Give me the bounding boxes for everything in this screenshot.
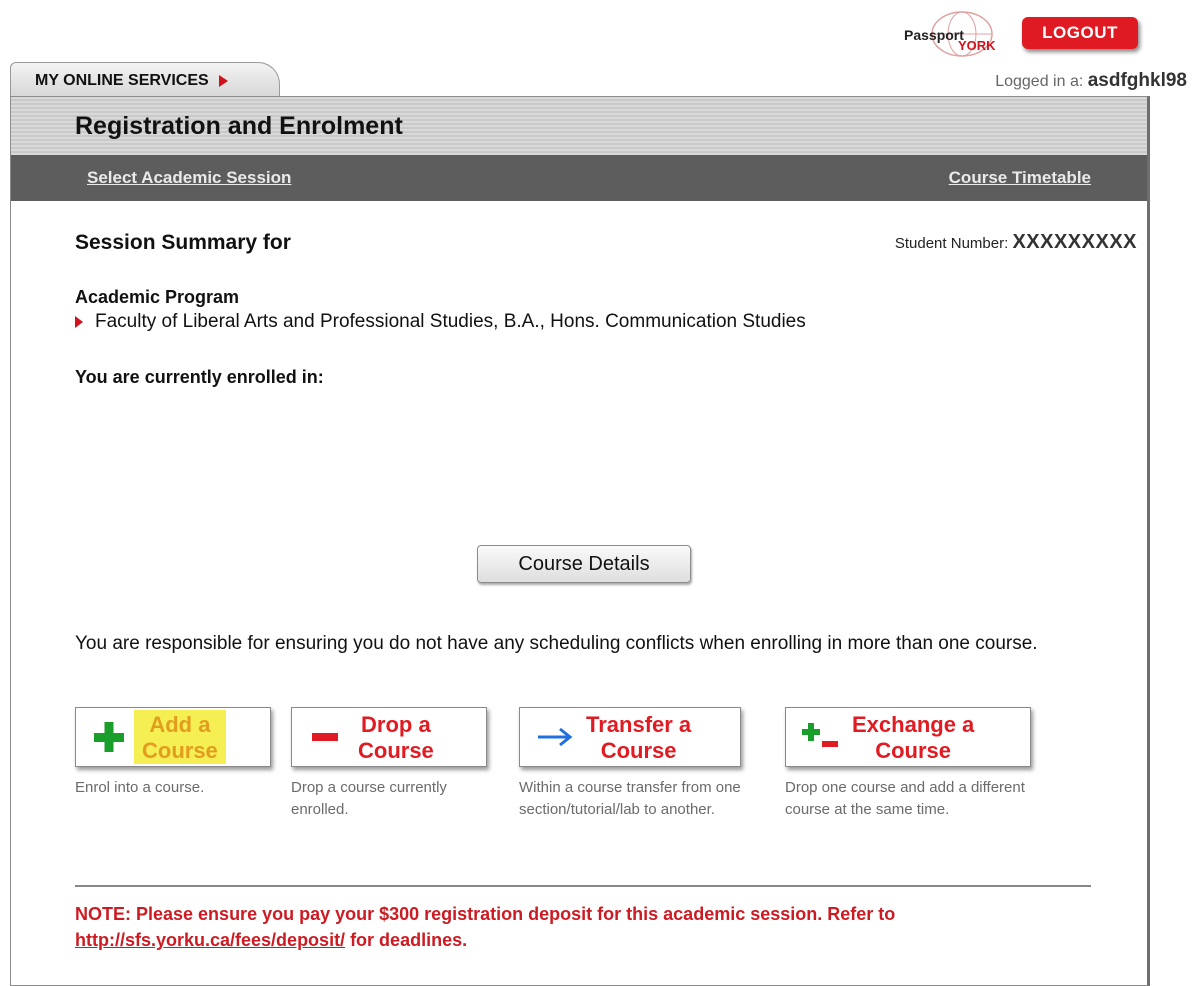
add-course-label-line1: Add a <box>149 712 211 737</box>
student-number: Student Number: XXXXXXXXX <box>895 231 1137 254</box>
drop-course-button[interactable]: Drop a Course <box>291 707 487 767</box>
exchange-course-action: Exchange a Course Drop one course and ad… <box>785 707 1047 821</box>
transfer-course-label: Transfer a Course <box>578 710 699 764</box>
add-course-action: Add a Course Enrol into a course. <box>75 707 275 799</box>
exchange-course-label: Exchange a Course <box>844 710 982 764</box>
minus-icon <box>312 733 338 741</box>
passport-york-logo: Passport YORK <box>904 11 996 57</box>
drop-course-description: Drop a course currently enrolled. <box>291 779 447 818</box>
arrow-right-icon <box>538 727 573 747</box>
academic-program-label: Academic Program <box>75 287 240 307</box>
bullet-arrow-icon <box>75 316 83 328</box>
tab-label: MY ONLINE SERVICES <box>35 71 209 89</box>
panel-nav-bar: Select Academic Session Course Timetable <box>11 155 1147 201</box>
exchange-course-description: Drop one course and add a different cour… <box>785 779 1025 818</box>
plus-minus-icon <box>802 723 838 747</box>
course-timetable-link[interactable]: Course Timetable <box>949 168 1091 188</box>
registration-panel: Registration and Enrolment Select Academ… <box>10 96 1150 986</box>
drop-course-label-line1: Drop a <box>361 712 431 737</box>
student-number-label: Student Number: <box>894 235 1009 252</box>
logged-in-prefix: Logged in a: <box>995 73 1084 90</box>
logout-button[interactable]: LOGOUT <box>1022 17 1138 49</box>
drop-course-label-line2: Course <box>358 738 434 763</box>
select-academic-session-link[interactable]: Select Academic Session <box>87 168 291 188</box>
student-number-value: XXXXXXXXX <box>1012 231 1137 253</box>
plus-icon <box>94 722 124 752</box>
note-text-after: for deadlines. <box>345 930 468 950</box>
logo-text-passport: Passport <box>904 27 964 43</box>
academic-program-item: Faculty of Liberal Arts and Professional… <box>75 311 806 333</box>
my-online-services-tab[interactable]: MY ONLINE SERVICES <box>10 62 280 98</box>
session-summary-title: Session Summary for <box>75 231 291 254</box>
drop-course-action: Drop a Course Drop a course currently en… <box>291 707 487 821</box>
deposit-link[interactable]: http://sfs.yorku.ca/fees/deposit/ <box>75 930 345 950</box>
exchange-course-button[interactable]: Exchange a Course <box>785 707 1031 767</box>
panel-title: Registration and Enrolment <box>11 97 1147 155</box>
username: asdfghkl98 <box>1087 70 1187 91</box>
academic-program-text: Faculty of Liberal Arts and Professional… <box>95 311 806 332</box>
add-course-label: Add a Course <box>134 710 226 764</box>
exchange-course-label-line1: Exchange a <box>852 712 975 737</box>
exchange-course-label-line2: Course <box>875 738 952 763</box>
logo-text-york: YORK <box>958 38 996 53</box>
logged-in-status: Logged in a: asdfghkl98 <box>995 70 1187 92</box>
add-course-label-line2: Course <box>142 738 218 763</box>
currently-enrolled-label: You are currently enrolled in: <box>75 367 324 387</box>
drop-course-label: Drop a Course <box>350 710 442 764</box>
deposit-note: NOTE: Please ensure you pay your $300 re… <box>75 901 1095 953</box>
transfer-course-label-line1: Transfer a <box>586 712 692 737</box>
tab-arrow-icon <box>218 74 228 87</box>
note-text-before: NOTE: Please ensure you pay your $300 re… <box>75 904 896 924</box>
add-course-button[interactable]: Add a Course <box>75 707 271 767</box>
scheduling-warning: You are responsible for ensuring you do … <box>75 633 1038 654</box>
course-details-button[interactable]: Course Details <box>477 545 691 583</box>
transfer-course-button[interactable]: Transfer a Course <box>519 707 741 767</box>
divider <box>75 885 1091 887</box>
transfer-course-action: Transfer a Course Within a course transf… <box>519 707 781 821</box>
transfer-course-label-line2: Course <box>600 738 677 763</box>
transfer-course-description: Within a course transfer from one sectio… <box>519 779 741 818</box>
add-course-description: Enrol into a course. <box>75 779 205 796</box>
